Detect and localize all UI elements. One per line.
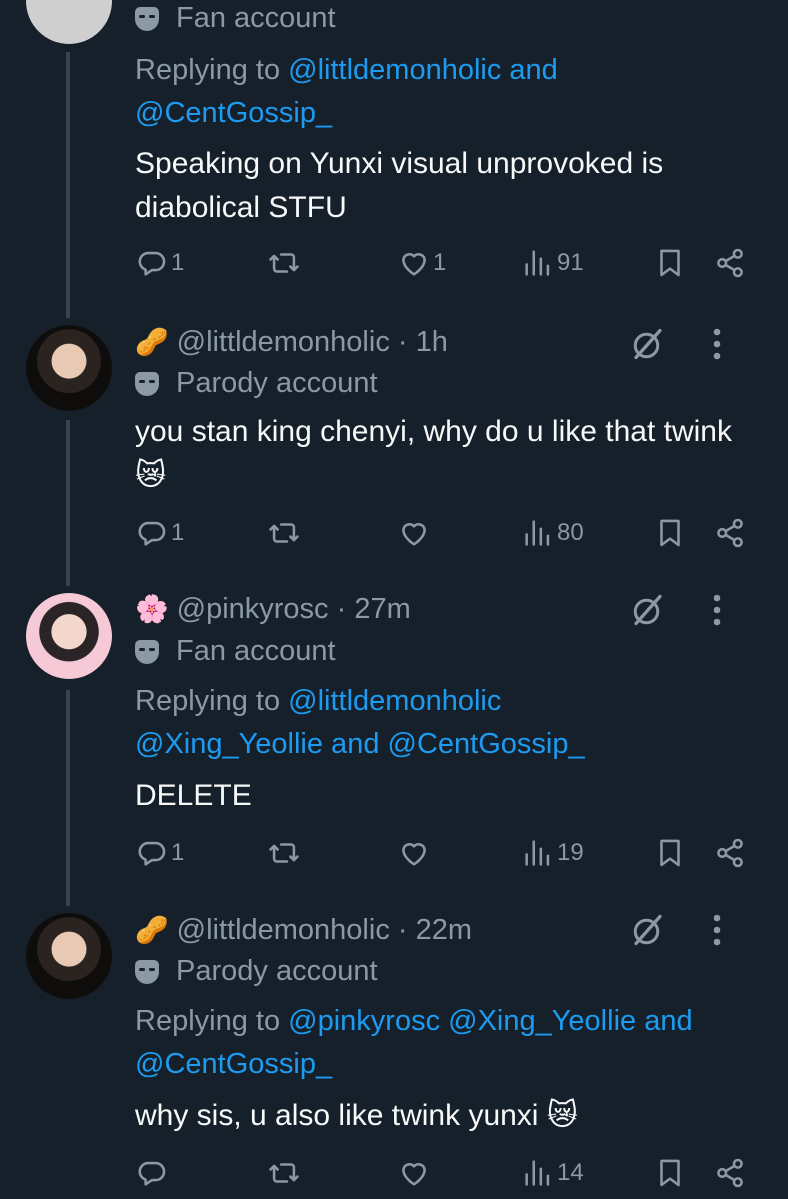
avatar[interactable]	[26, 913, 112, 999]
share-button[interactable]	[713, 516, 747, 550]
views-icon	[521, 1156, 555, 1190]
tweet-text: Speaking on Yunxi visual unprovoked is d…	[135, 147, 664, 224]
like-button[interactable]	[397, 836, 433, 870]
views-icon	[521, 516, 555, 550]
account-type-label: Parody account	[135, 955, 378, 988]
bookmark-button[interactable]	[653, 516, 687, 550]
retweet-icon	[267, 516, 301, 550]
views-icon	[521, 836, 555, 870]
avatar[interactable]	[26, 325, 112, 411]
tweet-text: DELETE	[135, 779, 252, 812]
avatar[interactable]	[26, 593, 112, 679]
reply-icon	[135, 1156, 169, 1190]
mask-icon	[135, 6, 159, 31]
thread-line	[66, 52, 70, 318]
mention-link[interactable]: @pinkyrosc @Xing_Yeollie and	[288, 1005, 692, 1037]
mention-link[interactable]: @Xing_Yeollie and @CentGossip_	[135, 728, 585, 760]
like-icon	[397, 516, 431, 550]
account-type-label: Fan account	[135, 635, 336, 668]
reply-button[interactable]: 1	[135, 516, 184, 550]
views-button[interactable]: 80	[521, 516, 584, 550]
cherry-blossom-emoji: 🌸	[135, 594, 169, 624]
retweet-icon	[267, 246, 301, 280]
user-handle[interactable]: @littldemonholic · 22m	[177, 914, 472, 946]
account-type-label: Fan account	[135, 2, 336, 35]
thread-line	[66, 420, 70, 586]
reply-button[interactable]: 1	[135, 246, 184, 280]
retweet-button[interactable]	[267, 246, 303, 280]
share-icon	[713, 836, 747, 870]
peanut-emoji: 🥜	[135, 327, 169, 357]
grok-icon[interactable]	[630, 326, 666, 362]
tweet-header[interactable]: 🥜 @littldemonholic · 22m	[135, 914, 472, 947]
bookmark-button[interactable]	[653, 246, 687, 280]
tweet-text: why sis, u also like twink yunxi 😿	[135, 1099, 579, 1132]
user-handle[interactable]: @pinkyrosc · 27m	[177, 593, 411, 625]
reply-button[interactable]: 1	[135, 836, 184, 870]
reply-button[interactable]	[135, 1156, 171, 1190]
retweet-button[interactable]	[267, 516, 303, 550]
mention-link[interactable]: @CentGossip_	[135, 97, 332, 129]
bookmark-button[interactable]	[653, 1156, 687, 1190]
share-icon	[713, 1156, 747, 1190]
like-button[interactable]	[397, 516, 433, 550]
avatar[interactable]	[26, 0, 112, 44]
tweet-actions: 1 1 91	[135, 246, 755, 286]
more-icon[interactable]	[712, 592, 722, 628]
mask-icon	[135, 959, 159, 984]
tweet-header[interactable]: 🌸 @pinkyrosc · 27m	[135, 593, 411, 626]
bookmark-icon	[653, 246, 687, 280]
tweet-actions: 14	[135, 1156, 755, 1196]
share-icon	[713, 246, 747, 280]
reply-icon	[135, 836, 169, 870]
share-button[interactable]	[713, 246, 747, 280]
reply-icon	[135, 516, 169, 550]
retweet-button[interactable]	[267, 1156, 303, 1190]
like-icon	[397, 836, 431, 870]
reply-icon	[135, 246, 169, 280]
tweet-text: you stan king chenyi, why do u like that…	[135, 415, 732, 492]
more-icon[interactable]	[712, 912, 722, 948]
share-button[interactable]	[713, 1156, 747, 1190]
mention-link[interactable]: @littldemonholic	[288, 685, 501, 717]
more-icon[interactable]	[712, 326, 722, 362]
retweet-icon	[267, 1156, 301, 1190]
bookmark-button[interactable]	[653, 836, 687, 870]
like-icon	[397, 246, 431, 280]
account-type-label: Parody account	[135, 367, 378, 400]
share-icon	[713, 516, 747, 550]
bookmark-icon	[653, 836, 687, 870]
replying-to: Replying to @littldemonholic @Xing_Yeolli…	[135, 685, 585, 760]
tweet-actions: 1 19	[135, 836, 755, 876]
grok-icon[interactable]	[630, 592, 666, 628]
views-button[interactable]: 19	[521, 836, 584, 870]
tweet-actions: 1 80	[135, 516, 755, 556]
peanut-emoji: 🥜	[135, 915, 169, 945]
user-handle[interactable]: @littldemonholic · 1h	[177, 326, 448, 358]
mention-link[interactable]: @littldemonholic and	[288, 54, 558, 86]
views-button[interactable]: 91	[521, 246, 584, 280]
grok-icon[interactable]	[630, 912, 666, 948]
like-icon	[397, 1156, 431, 1190]
retweet-button[interactable]	[267, 836, 303, 870]
replying-to: Replying to @littldemonholic and @CentGos…	[135, 54, 558, 129]
like-button[interactable]	[397, 1156, 433, 1190]
retweet-icon	[267, 836, 301, 870]
share-button[interactable]	[713, 836, 747, 870]
mask-icon	[135, 639, 159, 664]
tweet-header[interactable]: 🥜 @littldemonholic · 1h	[135, 326, 448, 359]
mask-icon	[135, 371, 159, 396]
thread-line	[66, 690, 70, 906]
like-button[interactable]: 1	[397, 246, 446, 280]
mention-link[interactable]: @CentGossip_	[135, 1048, 332, 1080]
replying-to: Replying to @pinkyrosc @Xing_Yeollie and…	[135, 1005, 693, 1080]
views-button[interactable]: 14	[521, 1156, 584, 1190]
bookmark-icon	[653, 516, 687, 550]
views-icon	[521, 246, 555, 280]
bookmark-icon	[653, 1156, 687, 1190]
